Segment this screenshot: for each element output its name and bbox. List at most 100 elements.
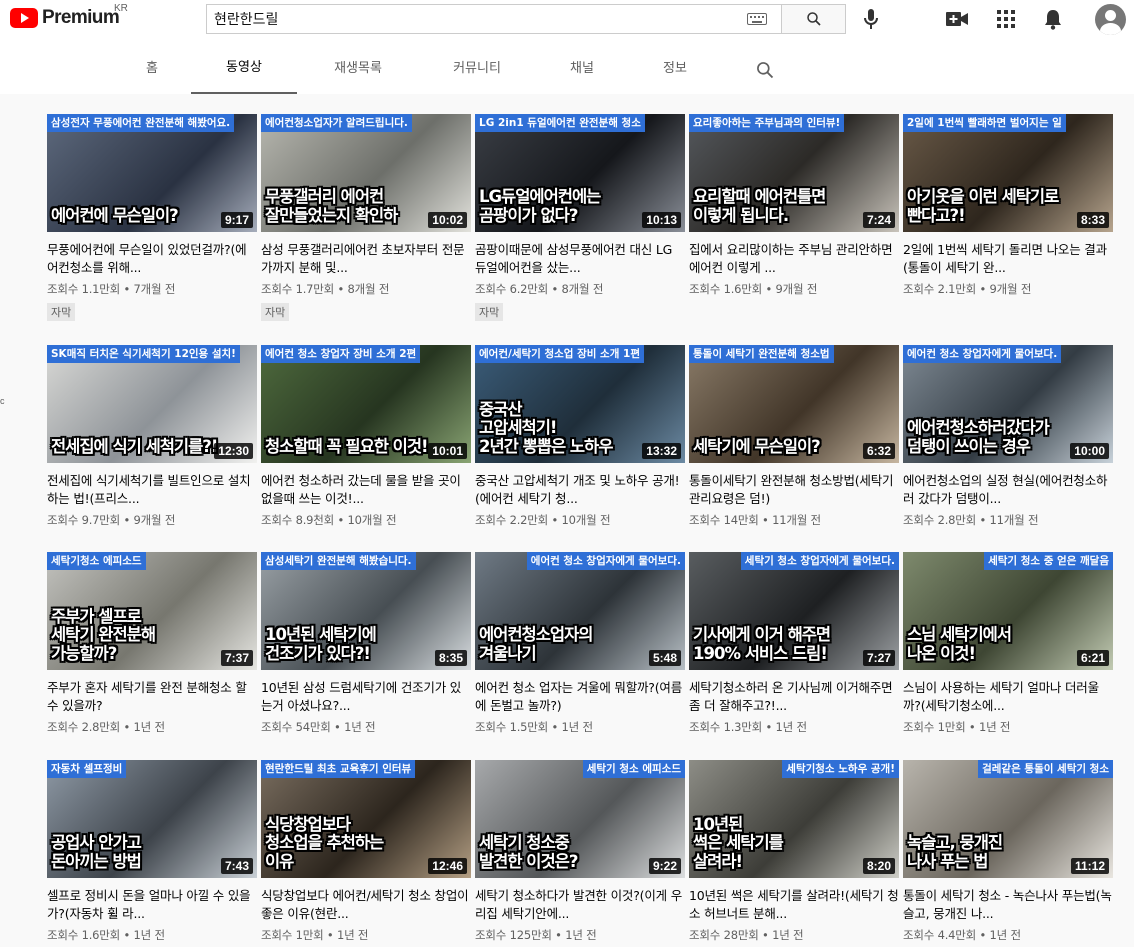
video-card[interactable]: 요리좋아하는 주부님과의 인터뷰! 요리할때 에어컨틀면 이렇게 됩니다. 7:24… — [689, 114, 899, 297]
video-metadata: 조회수 2.8만회 • 1년 전 — [47, 720, 165, 734]
thumbnail-caption: 세탁기에 무슨일이? — [693, 436, 821, 456]
video-duration: 5:48 — [648, 650, 681, 666]
video-metadata: 조회수 1.6만회 • 9개월 전 — [689, 282, 818, 296]
thumbnail-caption: 에어컨청소업자의 겨울나기 — [479, 625, 593, 663]
video-card[interactable]: 삼성세탁기 완전분해 해봤습니다. 10년된 세탁기에 건조기가 있다?! 8:35… — [261, 552, 471, 735]
video-card[interactable]: 에어컨 청소 창업자에게 물어보다. 에어컨청소하러갔다가 덤탱이 쓰이는 경우 1… — [903, 345, 1113, 528]
video-title[interactable]: 2일에 1번씩 세탁기 돌리면 나오는 결과(통돌이 세탁기 완... — [903, 241, 1113, 277]
video-title[interactable]: 셀프로 정비시 돈을 얼마나 아낄 수 있을가?(자동차 휠 라... — [47, 887, 257, 923]
video-card[interactable]: 에어컨청소업자가 알려드립니다. 무풍갤러리 에어컨 잘만들었는지 확인하 10:0… — [261, 114, 471, 321]
video-card[interactable]: 세탁기청소 노하우 공개! 10년된 썩은 세탁기를 살려라! 8:20 10년된 썩… — [689, 760, 899, 943]
video-thumbnail[interactable]: 에어컨/세탁기 청소업 장비 소개 1편 중국산 고압세척기! 2년간 뽕뽑은 노… — [475, 345, 685, 463]
thumbnail-banner: 에어컨 청소 창업자 장비 소개 2편 — [261, 345, 421, 363]
video-duration: 7:37 — [220, 650, 253, 666]
notifications-button[interactable] — [1041, 7, 1065, 31]
video-thumbnail[interactable]: 세탁기 청소 중 얻은 깨달음 스님 세탁기에서 나온 이것! 6:21 — [903, 552, 1113, 670]
video-thumbnail[interactable]: 세탁기청소 에피소드 주부가 셀프로 세탁기 완전분해 가능할까? 7:37 — [47, 552, 257, 670]
thumbnail-caption: 청소할때 꼭 필요한 이것! — [265, 436, 429, 456]
video-card[interactable]: 현란한드릴 최초 교육후기 인터뷰 식당창업보다 청소업을 추천하는 이유 12:4… — [261, 760, 471, 943]
thumbnail-banner: SK매직 터치온 식기세척기 12인용 설치! — [47, 345, 240, 363]
video-metadata: 조회수 1.3만회 • 1년 전 — [689, 720, 807, 734]
video-thumbnail[interactable]: 삼성전자 무풍에어컨 완전분해 해봤어요. 에어컨에 무슨일이? 9:17 — [47, 114, 257, 232]
video-title[interactable]: 집에서 요리많이하는 주부님 관리안하면 에어컨 이렇게 ... — [689, 241, 899, 277]
search-box[interactable] — [206, 4, 781, 34]
tab-about[interactable]: 정보 — [649, 38, 701, 94]
video-title[interactable]: 에어컨 청소하러 갔는데 물을 받을 곳이 없을때 쓰는 이것!... — [261, 472, 471, 508]
video-title[interactable]: 10년된 썩은 세탁기를 살려라!(세탁기 청소 허브너트 분해... — [689, 887, 899, 923]
video-card[interactable]: 삼성전자 무풍에어컨 완전분해 해봤어요. 에어컨에 무슨일이? 9:17 무풍에어컨… — [47, 114, 257, 321]
video-thumbnail[interactable]: 에어컨청소업자가 알려드립니다. 무풍갤러리 에어컨 잘만들었는지 확인하 10:0… — [261, 114, 471, 232]
video-card[interactable]: 통돌이 세탁기 완전분해 청소법 세탁기에 무슨일이? 6:32 통돌이세탁기 완전분… — [689, 345, 899, 528]
mic-icon — [864, 9, 878, 29]
video-card[interactable]: 세탁기청소 에피소드 주부가 셀프로 세탁기 완전분해 가능할까? 7:37 주부가 … — [47, 552, 257, 735]
video-title[interactable]: 삼성 무풍갤러리에어컨 초보자부터 전문가까지 분해 및... — [261, 241, 471, 277]
search-input[interactable] — [214, 11, 747, 27]
video-card[interactable]: 2일에 1번씩 빨래하면 벌어지는 일 아기옷을 이런 세탁기로 빤다고?! 8:3… — [903, 114, 1113, 297]
video-metadata: 조회수 125만회 • 1년 전 — [475, 928, 597, 942]
video-card[interactable]: 걸레같은 통돌이 세탁기 청소 녹슬고, 뭉개진 나사 푸는 법 11:12 통돌이 … — [903, 760, 1113, 943]
video-thumbnail[interactable]: LG 2in1 듀얼에어컨 완전분해 청소 LG듀얼에어컨에는 곰팡이가 없다? 1… — [475, 114, 685, 232]
video-metadata: 조회수 14만회 • 11개월 전 — [689, 513, 821, 527]
video-thumbnail[interactable]: 2일에 1번씩 빨래하면 벌어지는 일 아기옷을 이런 세탁기로 빤다고?! 8:3… — [903, 114, 1113, 232]
tab-community[interactable]: 커뮤니티 — [433, 38, 521, 94]
video-title[interactable]: 스님이 사용하는 세탁기 얼마나 더러울까?(세탁기청소에... — [903, 679, 1113, 715]
video-thumbnail[interactable]: 현란한드릴 최초 교육후기 인터뷰 식당창업보다 청소업을 추천하는 이유 12:4… — [261, 760, 471, 878]
video-title[interactable]: 전세집에 식기세척기를 빌트인으로 설치하는 법!(프리스... — [47, 472, 257, 508]
video-card[interactable]: 에어컨/세탁기 청소업 장비 소개 1편 중국산 고압세척기! 2년간 뽕뽑은 노… — [475, 345, 685, 528]
apps-button[interactable] — [994, 7, 1018, 31]
youtube-premium-logo[interactable]: Premium — [10, 7, 120, 29]
tab-videos[interactable]: 동영상 — [191, 38, 297, 94]
video-thumbnail[interactable]: 자동차 셀프정비 공업사 안가고 돈아끼는 방법 7:43 — [47, 760, 257, 878]
video-duration: 8:20 — [862, 858, 895, 874]
video-thumbnail[interactable]: SK매직 터치온 식기세척기 12인용 설치! 전세집에 식기 세척기를?! 12:… — [47, 345, 257, 463]
video-title[interactable]: 에어컨 청소 업자는 겨울에 뭐할까?(여름에 돈벌고 놀까?) — [475, 679, 685, 715]
video-thumbnail[interactable]: 세탁기 청소 창업자에게 물어보다. 기사에게 이거 해주면 190% 서비스 드… — [689, 552, 899, 670]
video-metadata: 조회수 1만회 • 1년 전 — [903, 720, 1011, 734]
thumbnail-banner: 에어컨/세탁기 청소업 장비 소개 1편 — [475, 345, 645, 363]
video-card[interactable]: 세탁기 청소 중 얻은 깨달음 스님 세탁기에서 나온 이것! 6:21 스님이 사용… — [903, 552, 1113, 735]
video-card[interactable]: 세탁기 청소 창업자에게 물어보다. 기사에게 이거 해주면 190% 서비스 드… — [689, 552, 899, 735]
video-title[interactable]: 세탁기청소하러 온 기사님께 이거해주면 좀 더 잘해주고?!... — [689, 679, 899, 715]
video-duration: 7:24 — [862, 212, 895, 228]
video-title[interactable]: 곰팡이때문에 삼성무풍에어컨 대신 LG 듀얼에어컨을 샀는... — [475, 241, 685, 277]
search-icon — [806, 12, 821, 26]
video-thumbnail[interactable]: 삼성세탁기 완전분해 해봤습니다. 10년된 세탁기에 건조기가 있다?! 8:35 — [261, 552, 471, 670]
video-title[interactable]: 통돌이 세탁기 청소 - 녹슨나사 푸는법(녹슬고, 뭉개진 나... — [903, 887, 1113, 923]
video-card[interactable]: LG 2in1 듀얼에어컨 완전분해 청소 LG듀얼에어컨에는 곰팡이가 없다? 1… — [475, 114, 685, 321]
video-title[interactable]: 10년된 삼성 드럼세탁기에 건조기가 있는거 아셨나요?... — [261, 679, 471, 715]
channel-search-icon[interactable] — [755, 60, 775, 80]
search-button[interactable] — [781, 4, 846, 34]
video-title[interactable]: 통돌이세탁기 완전분해 청소방법(세탁기 관리요령은 덤!) — [689, 472, 899, 508]
tab-playlists[interactable]: 재생목록 — [315, 38, 401, 94]
thumbnail-banner: 세탁기청소 노하우 공개! — [782, 760, 899, 778]
video-thumbnail[interactable]: 걸레같은 통돌이 세탁기 청소 녹슬고, 뭉개진 나사 푸는 법 11:12 — [903, 760, 1113, 878]
voice-search-button[interactable] — [860, 7, 882, 31]
video-card[interactable]: 세탁기 청소 에피소드 세탁기 청소중 발견한 이것은? 9:22 세탁기 청소하다가… — [475, 760, 685, 943]
video-thumbnail[interactable]: 요리좋아하는 주부님과의 인터뷰! 요리할때 에어컨틀면 이렇게 됩니다. 7:24 — [689, 114, 899, 232]
video-title[interactable]: 중국산 고압세척기 개조 및 노하우 공개!(에어컨 세탁기 청... — [475, 472, 685, 508]
video-metadata: 조회수 4.4만회 • 1년 전 — [903, 928, 1021, 942]
video-thumbnail[interactable]: 에어컨 청소 창업자 장비 소개 2편 청소할때 꼭 필요한 이것! 10:01 — [261, 345, 471, 463]
video-title[interactable]: 식당창업보다 에어컨/세탁기 청소 창업이 좋은 이유(현란... — [261, 887, 471, 923]
video-thumbnail[interactable]: 에어컨 청소 창업자에게 물어보다. 에어컨청소업자의 겨울나기 5:48 — [475, 552, 685, 670]
video-title[interactable]: 세탁기 청소하다가 발견한 이것?(이게 우리집 세탁기안에... — [475, 887, 685, 923]
keyboard-icon[interactable] — [747, 13, 767, 25]
video-thumbnail[interactable]: 에어컨 청소 창업자에게 물어보다. 에어컨청소하러갔다가 덤탱이 쓰이는 경우 1… — [903, 345, 1113, 463]
channel-tabs: 홈 동영상 재생목록 커뮤니티 채널 정보 — [0, 38, 1134, 94]
avatar[interactable] — [1095, 4, 1126, 35]
video-thumbnail[interactable]: 세탁기청소 노하우 공개! 10년된 썩은 세탁기를 살려라! 8:20 — [689, 760, 899, 878]
video-card[interactable]: SK매직 터치온 식기세척기 12인용 설치! 전세집에 식기 세척기를?! 12:… — [47, 345, 257, 528]
tab-home[interactable]: 홈 — [130, 38, 174, 94]
video-card[interactable]: 에어컨 청소 창업자에게 물어보다. 에어컨청소업자의 겨울나기 5:48 에어컨 청… — [475, 552, 685, 735]
video-title[interactable]: 주부가 혼자 세탁기를 완전 분해청소 할 수 있을까? — [47, 679, 257, 715]
video-title[interactable]: 에어컨청소업의 실정 현실(에어컨청소하러 갔다가 덤탱이... — [903, 472, 1113, 508]
video-card[interactable]: 자동차 셀프정비 공업사 안가고 돈아끼는 방법 7:43 셀프로 정비시 돈을 얼마… — [47, 760, 257, 943]
video-thumbnail[interactable]: 세탁기 청소 에피소드 세탁기 청소중 발견한 이것은? 9:22 — [475, 760, 685, 878]
thumbnail-banner: LG 2in1 듀얼에어컨 완전분해 청소 — [475, 114, 645, 132]
tab-channels[interactable]: 채널 — [557, 38, 607, 94]
video-card[interactable]: 에어컨 청소 창업자 장비 소개 2편 청소할때 꼭 필요한 이것! 10:01 에어… — [261, 345, 471, 528]
video-thumbnail[interactable]: 통돌이 세탁기 완전분해 청소법 세탁기에 무슨일이? 6:32 — [689, 345, 899, 463]
thumbnail-caption: 전세집에 식기 세척기를?! — [51, 436, 218, 456]
create-video-button[interactable] — [945, 7, 969, 31]
video-title[interactable]: 무풍에어컨에 무슨일이 있었던걸까?(에어컨청소를 위해... — [47, 241, 257, 277]
